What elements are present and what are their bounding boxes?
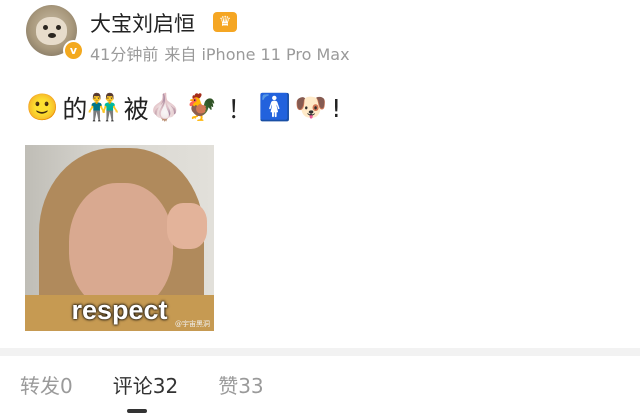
- avatar-nose: [48, 33, 56, 38]
- avatar-eye: [43, 25, 48, 30]
- username[interactable]: 大宝刘启恒: [90, 8, 195, 38]
- post-text-de: 的: [62, 95, 88, 124]
- post-text-bei: 被: [123, 95, 149, 124]
- post-text: 🙂 的 👬 被 🧄 🐓 ！ 🚺 🐶 !: [26, 88, 341, 128]
- tab-repost[interactable]: 转发0: [20, 370, 73, 399]
- tab-repost-label: 转发: [20, 374, 60, 398]
- meme-image[interactable]: respect @宇宙黑洞: [25, 145, 214, 331]
- womens-room-emoji-icon: 🚺: [258, 93, 291, 123]
- dog-face-emoji-icon: 🐶: [294, 93, 328, 123]
- smiling-face-emoji-icon: 🙂: [26, 93, 59, 123]
- meme-hand: [167, 203, 207, 249]
- avatar-face: [36, 17, 67, 45]
- active-tab-indicator: [127, 409, 147, 413]
- two-men-emoji-icon: 👬: [87, 93, 120, 123]
- tab-likes[interactable]: 赞33: [218, 370, 263, 399]
- vip-crown-icon[interactable]: ♛: [213, 12, 237, 32]
- post-text-exclamation-end: !: [331, 93, 342, 123]
- meme-watermark: @宇宙黑洞: [175, 320, 210, 328]
- post-time: 41分钟前: [90, 45, 159, 64]
- post-meta: 41分钟前 来自 iPhone 11 Pro Max: [90, 41, 350, 65]
- post-source: 来自 iPhone 11 Pro Max: [164, 45, 350, 64]
- tab-likes-count: 33: [238, 374, 264, 398]
- interaction-tabs: 转发0 评论32 赞33: [20, 370, 304, 399]
- post-header: v 大宝刘启恒 ♛ 41分钟前 来自 iPhone 11 Pro Max: [26, 4, 626, 66]
- verified-badge-icon: v: [63, 40, 84, 61]
- garlic-emoji-icon: 🧄: [148, 93, 182, 123]
- tab-comments-label: 评论: [112, 374, 153, 398]
- tab-repost-count: 0: [60, 374, 73, 398]
- tab-comments-count: 32: [152, 374, 179, 398]
- tab-comments[interactable]: 评论32: [113, 370, 178, 399]
- meme-face: [69, 183, 173, 311]
- section-divider: [0, 348, 640, 356]
- tab-likes-label: 赞: [218, 374, 239, 398]
- avatar-eye: [56, 25, 61, 30]
- rooster-emoji-icon: 🐓: [185, 93, 218, 123]
- post-text-exclamation: ！: [227, 95, 253, 124]
